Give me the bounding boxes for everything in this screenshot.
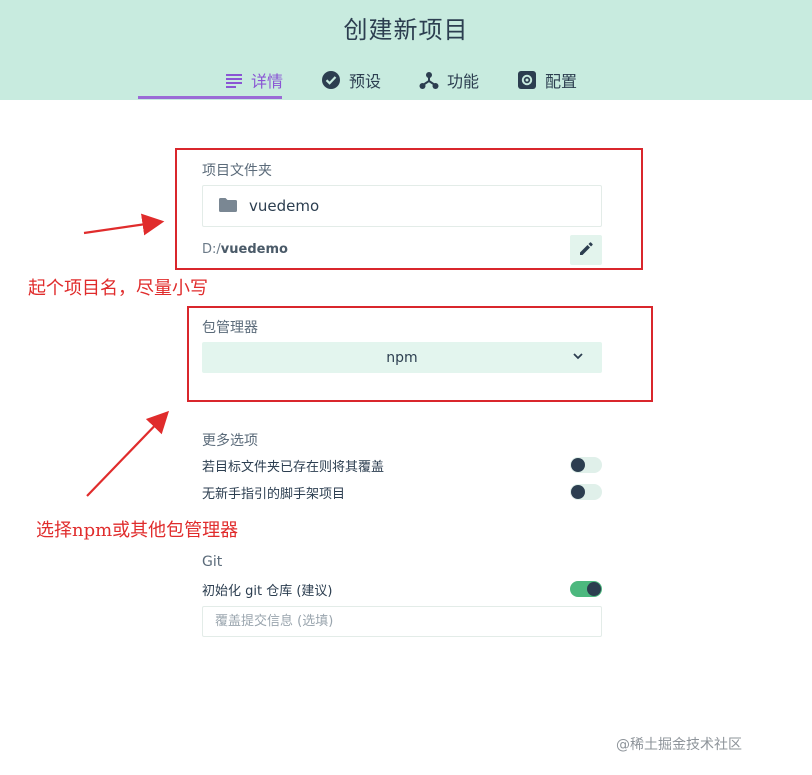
watermark-text: @稀土掘金技术社区 (616, 737, 742, 753)
arrow-to-folder (83, 213, 165, 236)
pm-hint-annotation: 选择npm或其他包管理器 (36, 520, 239, 541)
watermark: @稀土掘金技术社区 (616, 734, 742, 754)
annotation-arrows (83, 213, 170, 497)
name-hint-annotation: 起个项目名，尽量小写 (28, 278, 208, 299)
arrow-to-package-manager (86, 410, 170, 497)
